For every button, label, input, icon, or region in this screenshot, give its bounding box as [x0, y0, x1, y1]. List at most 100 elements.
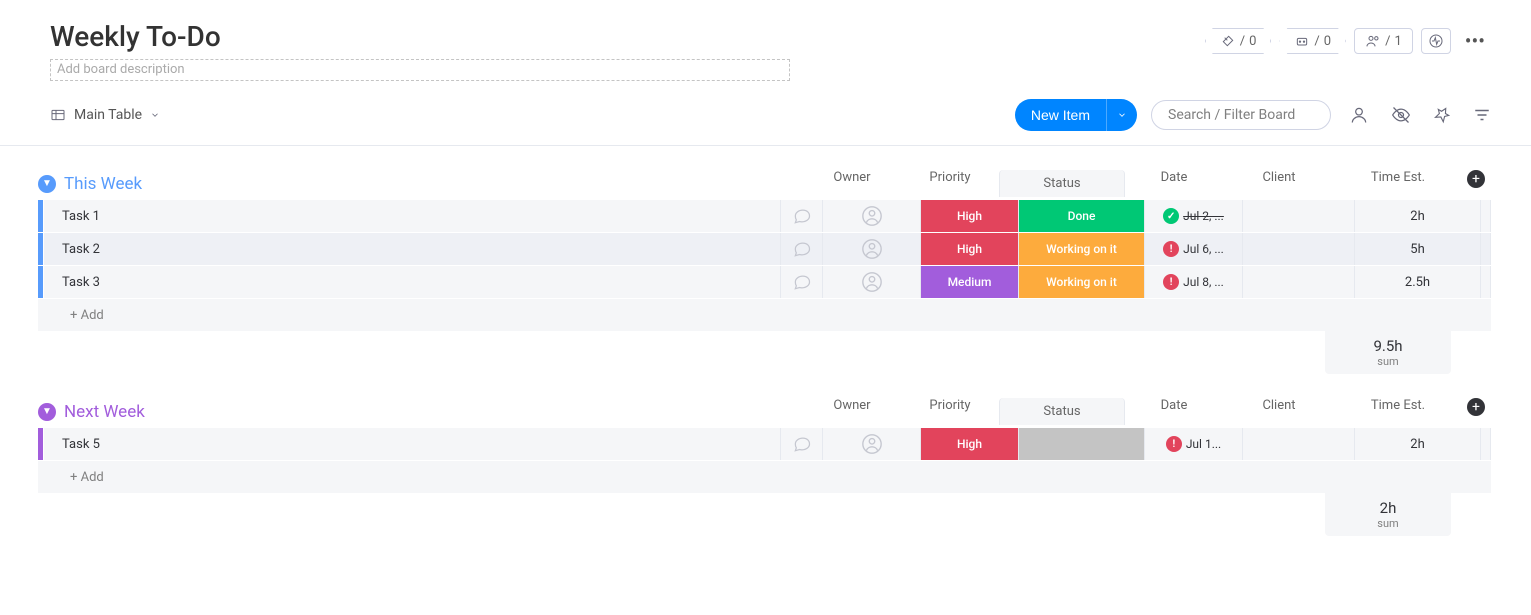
date-text: Jul 2, ... [1183, 209, 1224, 223]
board-description-input[interactable]: Add board description [50, 59, 790, 81]
col-header-priority[interactable]: Priority [901, 398, 999, 425]
date-text: Jul 8, ... [1183, 275, 1224, 289]
person-icon [861, 433, 883, 455]
date-status-icon: ! [1163, 241, 1179, 257]
col-header-status[interactable]: Status [999, 398, 1125, 425]
client-cell[interactable] [1243, 233, 1355, 265]
row-chat-button[interactable] [781, 200, 823, 232]
row-name-cell[interactable]: Task 1 [44, 200, 781, 232]
collapse-toggle[interactable]: ▼ [38, 403, 56, 421]
time-sum-cell: 9.5hsum [1325, 331, 1451, 374]
add-row-label[interactable]: + Add [44, 308, 819, 323]
client-cell[interactable] [1243, 266, 1355, 298]
new-item-label: New Item [1015, 107, 1106, 123]
hide-icon[interactable] [1391, 105, 1411, 125]
group-title[interactable]: Next Week [64, 402, 145, 422]
row-chat-button[interactable] [781, 266, 823, 298]
priority-cell[interactable]: High [921, 428, 1019, 460]
row-end [1481, 266, 1491, 298]
add-row[interactable]: + Add [38, 298, 1491, 331]
group: ▼This WeekOwnerPriorityStatusDateClientT… [0, 146, 1531, 374]
time-cell[interactable]: 2h [1355, 200, 1481, 232]
board-title[interactable]: Weekly To-Do [50, 20, 1205, 53]
group: ▼Next WeekOwnerPriorityStatusDateClientT… [0, 374, 1531, 536]
add-row[interactable]: + Add [38, 460, 1491, 493]
person-icon [861, 238, 883, 260]
collapse-toggle[interactable]: ▼ [38, 175, 56, 193]
time-cell[interactable]: 2.5h [1355, 266, 1481, 298]
new-item-dropdown[interactable] [1106, 99, 1137, 131]
date-cell[interactable]: !Jul 1... [1145, 428, 1243, 460]
owner-cell[interactable] [823, 200, 921, 232]
add-column-button[interactable]: + [1467, 170, 1485, 188]
status-cell[interactable]: Done [1019, 200, 1145, 232]
row-chat-button[interactable] [781, 428, 823, 460]
row-name-cell[interactable]: Task 2 [44, 233, 781, 265]
pin-icon[interactable] [1433, 106, 1451, 124]
row-name-cell[interactable]: Task 3 [44, 266, 781, 298]
sum-label: sum [1325, 517, 1451, 530]
table-row: Task 5 High !Jul 1... 2h [38, 427, 1491, 460]
priority-cell[interactable]: High [921, 233, 1019, 265]
integrations-pill[interactable]: / 0 [1205, 28, 1272, 54]
date-cell[interactable]: ! Jul 8, ... [1145, 266, 1243, 298]
robot-icon [1294, 33, 1310, 49]
integrations-count: 0 [1249, 34, 1256, 49]
automations-count: 0 [1324, 34, 1331, 49]
time-cell[interactable]: 2h [1355, 428, 1481, 460]
date-status-icon: ! [1163, 274, 1179, 290]
col-header-priority[interactable]: Priority [901, 170, 999, 197]
priority-cell[interactable]: Medium [921, 266, 1019, 298]
table-row: Task 2 HighWorking on it! Jul 6, ... 5h [38, 232, 1491, 265]
activity-icon [1428, 33, 1444, 49]
date-text: Jul 6, ... [1183, 242, 1224, 256]
date-status-icon: ✓ [1163, 208, 1179, 224]
col-header-time[interactable]: Time Est. [1335, 398, 1461, 425]
client-cell[interactable] [1243, 428, 1355, 460]
status-cell[interactable] [1019, 428, 1145, 460]
table-row: Task 1 HighDone ✓ Jul 2, ... 2h [38, 199, 1491, 232]
priority-cell[interactable]: High [921, 200, 1019, 232]
activity-pill[interactable] [1421, 28, 1451, 54]
owner-cell[interactable] [823, 428, 921, 460]
owner-cell[interactable] [823, 233, 921, 265]
automations-pill[interactable]: / 0 [1279, 28, 1346, 54]
date-cell[interactable]: ! Jul 6, ... [1145, 233, 1243, 265]
plug-icon [1220, 33, 1236, 49]
col-header-client[interactable]: Client [1223, 398, 1335, 425]
view-switcher[interactable]: Main Table [50, 107, 1015, 123]
col-header-owner[interactable]: Owner [803, 170, 901, 197]
chevron-down-icon [1117, 110, 1127, 120]
row-chat-button[interactable] [781, 233, 823, 265]
person-icon [861, 271, 883, 293]
col-header-date[interactable]: Date [1125, 170, 1223, 197]
col-header-status[interactable]: Status [999, 170, 1125, 197]
add-column-button[interactable]: + [1467, 398, 1485, 416]
col-header-time[interactable]: Time Est. [1335, 170, 1461, 197]
date-cell[interactable]: ✓ Jul 2, ... [1145, 200, 1243, 232]
new-item-button[interactable]: New Item [1015, 99, 1137, 131]
date-status-icon: ! [1166, 436, 1182, 452]
row-name-cell[interactable]: Task 5 [44, 428, 781, 460]
sum-label: sum [1325, 355, 1451, 368]
chevron-down-icon [150, 110, 160, 120]
col-header-owner[interactable]: Owner [803, 398, 901, 425]
client-cell[interactable] [1243, 200, 1355, 232]
add-row-label[interactable]: + Add [44, 470, 819, 485]
more-menu-icon[interactable]: ••• [1459, 29, 1491, 53]
sum-row: 9.5hsum [38, 331, 1491, 374]
person-filter-icon[interactable] [1349, 105, 1369, 125]
status-cell[interactable]: Working on it [1019, 266, 1145, 298]
group-title[interactable]: This Week [64, 174, 142, 194]
chat-icon [792, 272, 812, 292]
search-input[interactable]: Search / Filter Board [1151, 100, 1331, 130]
col-header-date[interactable]: Date [1125, 398, 1223, 425]
members-pill[interactable]: / 1 [1354, 28, 1413, 54]
time-sum-cell: 2hsum [1325, 493, 1451, 536]
status-cell[interactable]: Working on it [1019, 233, 1145, 265]
column-headers: OwnerPriorityStatusDateClientTime Est. + [803, 170, 1491, 197]
filter-icon[interactable] [1473, 106, 1491, 124]
time-cell[interactable]: 5h [1355, 233, 1481, 265]
col-header-client[interactable]: Client [1223, 170, 1335, 197]
owner-cell[interactable] [823, 266, 921, 298]
